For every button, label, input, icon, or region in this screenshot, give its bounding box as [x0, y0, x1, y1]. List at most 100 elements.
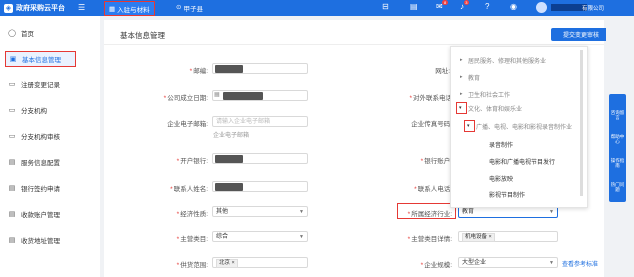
- company-size-value: 大型企业: [462, 260, 487, 266]
- dropdown-option[interactable]: 广播、电视、电影和影视录音制作业: [476, 122, 572, 131]
- sidebar-item-home[interactable]: ◯ 首页: [8, 26, 96, 40]
- industry-value: 教育: [462, 209, 475, 215]
- chevron-down-icon[interactable]: ▾: [467, 123, 470, 129]
- email-input[interactable]: 请输入企业电子邮箱: [212, 116, 308, 127]
- chevron-down-icon[interactable]: ▾: [459, 105, 462, 111]
- dropdown-option[interactable]: 电影和广播电视节目发行: [489, 157, 555, 166]
- chevron-down-icon: ▼: [299, 234, 304, 240]
- company-size-select[interactable]: 大型企业 ▼: [458, 257, 558, 268]
- main-category-label: *主营类目:: [176, 236, 208, 243]
- account-label: *银行账户:: [420, 158, 452, 165]
- region-selector[interactable]: ⊙ 甲子县: [176, 3, 203, 13]
- postcode-label: *邮编:: [189, 68, 208, 75]
- address-icon: ▤: [8, 237, 16, 244]
- dropdown-option[interactable]: 教育: [468, 73, 480, 82]
- grid-icon: ▦: [109, 5, 116, 13]
- app-name: 政府采购云平台: [16, 5, 65, 12]
- expand-arrow-icon[interactable]: ▸: [460, 91, 463, 97]
- nav-settle-materials[interactable]: ▦ 入驻与材料: [104, 1, 155, 16]
- company-size-label: *企业规模:: [420, 262, 452, 269]
- panel-item-guide[interactable]: 操作指南: [610, 158, 625, 168]
- bank-label: *开户银行:: [176, 158, 208, 165]
- sidebar-item-bank-signing[interactable]: ▤ 银行签约申请: [8, 181, 96, 195]
- founded-date-label: *公司成立日期:: [163, 95, 208, 102]
- sidebar-item-change-records[interactable]: ▭ 注册变更记录: [8, 77, 96, 91]
- top-navigation-bar: ◈ 政府采购云平台 ☰ ▦ 入驻与材料 ⊙ 甲子县 ⊟ ▤ ✉ 8 ♪ 3 ? ◉ …: [0, 0, 634, 16]
- fax-label: 企业传真号码:: [411, 121, 452, 128]
- main-category-detail-label: *主营类目详情:: [407, 236, 452, 243]
- supply-scope-label: *供货范围:: [176, 262, 208, 269]
- sidebar-item-label: 基本信息管理: [22, 57, 61, 64]
- panel-item-consult[interactable]: 咨询留言: [610, 110, 625, 120]
- sidebar-item-label: 分支机构: [21, 108, 47, 115]
- expand-arrow-icon[interactable]: ▸: [460, 57, 463, 63]
- sidebar-item-branch-audit[interactable]: ▭ 分支机构审核: [8, 129, 96, 143]
- divider: [104, 44, 604, 45]
- main-category-detail-select[interactable]: 机电设备 ×: [458, 231, 558, 242]
- sidebar-item-service-config[interactable]: ▤ 服务信息配置: [8, 155, 96, 169]
- main-category-select[interactable]: 综合 ▼: [212, 231, 308, 242]
- reference-link[interactable]: 查看参考标准: [562, 259, 598, 268]
- website-label: 网址:: [435, 68, 450, 75]
- email-label: 企业电子邮箱:: [167, 121, 208, 128]
- chevron-down-icon: ▼: [299, 209, 304, 215]
- account-icon: ▤: [8, 211, 16, 218]
- message-icon[interactable]: ✉ 8: [436, 0, 448, 11]
- calendar-icon: ▦: [214, 92, 220, 98]
- panel-item-help[interactable]: 帮助中心: [610, 134, 625, 144]
- contact-phone-label: *联系人电话:: [414, 186, 452, 193]
- chevron-down-icon: ▼: [549, 260, 554, 266]
- redacted-value: [223, 91, 263, 100]
- bell-icon[interactable]: ♪ 3: [460, 0, 469, 11]
- contact-name-label: *联系人姓名:: [170, 186, 208, 193]
- help-icon[interactable]: ?: [485, 2, 489, 11]
- sidebar-item-label: 首页: [21, 31, 34, 38]
- hamburger-icon[interactable]: ☰: [78, 3, 85, 12]
- region-label: 甲子县: [183, 6, 203, 13]
- sidebar-item-label: 分支机构审核: [21, 134, 60, 141]
- info-card-icon: ▣: [9, 56, 17, 63]
- category-tag: 机电设备 ×: [462, 233, 495, 242]
- location-pin-icon: ⊙: [176, 4, 182, 11]
- sidebar-item-label: 服务信息配置: [21, 160, 60, 167]
- home-icon: ◯: [8, 30, 16, 37]
- sidebar-item-account-mgmt[interactable]: ▤ 收款账户管理: [8, 207, 96, 221]
- sidebar-item-branches[interactable]: ▭ 分支机构: [8, 103, 96, 117]
- sidebar: ◯ 首页 ▣ 基本信息管理 ▭ 注册变更记录 ▭ 分支机构 ▭ 分支机构审核 ▤…: [0, 16, 100, 277]
- dropdown-option[interactable]: 卫生和社会工作: [468, 90, 510, 99]
- dropdown-scrollbar[interactable]: [580, 50, 583, 196]
- logo-icon: ◈: [4, 3, 13, 13]
- external-phone-label: *对外联系电话: [409, 95, 452, 102]
- sidebar-item-basic-info[interactable]: ▣ 基本信息管理: [5, 51, 76, 67]
- economic-type-label: *经济性质:: [176, 211, 208, 218]
- panel-item-faq[interactable]: 热门问题: [610, 182, 625, 192]
- floating-service-panel: 咨询留言 帮助中心 操作指南 热门问题: [609, 94, 626, 202]
- economic-type-select[interactable]: 其他 ▼: [212, 206, 308, 217]
- notice-badge: 3: [463, 0, 469, 5]
- supply-scope-select[interactable]: 北京 ×: [212, 257, 308, 268]
- user-circle-icon[interactable]: ◉: [510, 2, 517, 11]
- sidebar-item-address-mgmt[interactable]: ▤ 收货地址管理: [8, 233, 96, 247]
- redacted-value: [215, 154, 243, 163]
- bank-icon: ▤: [8, 185, 16, 192]
- dropdown-option[interactable]: 录音制作: [489, 140, 513, 149]
- expand-arrow-icon[interactable]: ▸: [460, 74, 463, 80]
- redacted-value: [215, 182, 243, 191]
- platform-logo[interactable]: ◈ 政府采购云平台: [4, 3, 65, 13]
- branch-icon: ▭: [8, 107, 16, 114]
- email-hint: 企业电子邮箱: [213, 133, 250, 139]
- document-icon[interactable]: ▤: [410, 2, 418, 11]
- dropdown-option[interactable]: 电影放映: [489, 174, 513, 183]
- dropdown-option[interactable]: 居民服务、修理和其他服务业: [468, 56, 546, 65]
- redacted-value: [215, 64, 243, 73]
- submit-change-review-button[interactable]: 提交变更审核: [551, 28, 611, 41]
- cart-icon[interactable]: ⊟: [382, 2, 389, 11]
- avatar[interactable]: [536, 2, 547, 13]
- dropdown-option[interactable]: 文化、体育和娱乐业: [468, 104, 522, 113]
- record-icon: ▭: [8, 81, 16, 88]
- dropdown-option[interactable]: 影视节目制作: [489, 190, 525, 199]
- sidebar-item-label: 注册变更记录: [21, 82, 60, 89]
- page-title: 基本信息管理: [120, 31, 165, 40]
- sidebar-item-label: 银行签约申请: [21, 186, 60, 193]
- sidebar-item-label: 收货地址管理: [21, 238, 60, 245]
